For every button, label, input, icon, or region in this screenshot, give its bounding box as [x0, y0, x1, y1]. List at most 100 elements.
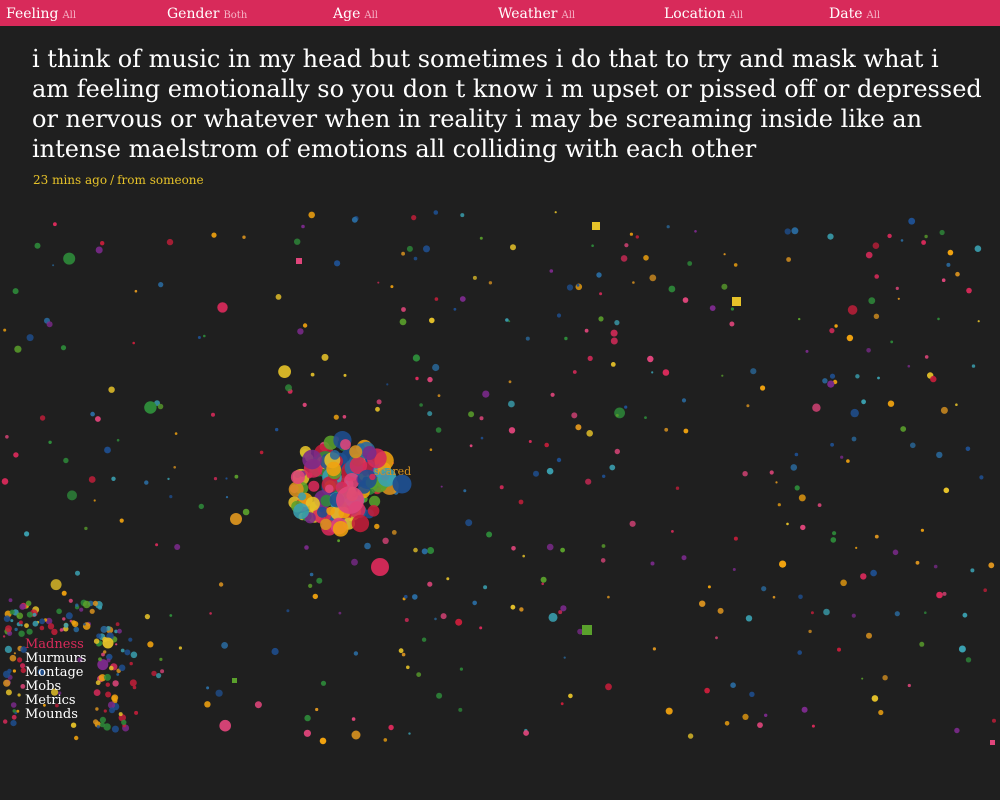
- feeling-dot[interactable]: [71, 620, 76, 625]
- feeling-dot[interactable]: [784, 228, 791, 235]
- feeling-dot[interactable]: [95, 680, 101, 686]
- cluster-dot[interactable]: [367, 505, 380, 517]
- feeling-dot[interactable]: [878, 709, 884, 716]
- feeling-dot[interactable]: [129, 679, 137, 687]
- feeling-dot[interactable]: [664, 427, 669, 432]
- feeling-dot[interactable]: [666, 225, 670, 229]
- nav-item-murmurs[interactable]: Murmurs: [25, 652, 86, 666]
- feeling-dot[interactable]: [812, 403, 821, 412]
- feeling-dot[interactable]: [144, 614, 150, 620]
- feeling-dot[interactable]: [850, 408, 859, 418]
- feeling-dot[interactable]: [98, 657, 102, 662]
- feeling-dot[interactable]: [591, 244, 594, 247]
- feeling-dot[interactable]: [942, 591, 947, 596]
- feeling-dot[interactable]: [74, 735, 79, 741]
- feeling-dot[interactable]: [729, 321, 735, 327]
- feeling-dot[interactable]: [3, 328, 7, 332]
- feeling-dot[interactable]: [151, 670, 157, 677]
- feeling-dot[interactable]: [563, 656, 566, 659]
- cluster-dot[interactable]: [298, 492, 307, 501]
- feeling-dot[interactable]: [681, 555, 687, 561]
- feeling-dot[interactable]: [204, 701, 211, 708]
- feeling-dot[interactable]: [966, 287, 972, 294]
- feeling-dot[interactable]: [308, 211, 316, 219]
- feeling-dot[interactable]: [624, 243, 629, 248]
- feeling-dot[interactable]: [794, 485, 800, 491]
- feeling-dot[interactable]: [479, 626, 483, 630]
- feeling-dot[interactable]: [13, 452, 19, 458]
- feeling-dot[interactable]: [556, 313, 562, 318]
- feeling-dot[interactable]: [528, 440, 532, 443]
- feeling-dot[interactable]: [817, 503, 822, 507]
- feeling-dot[interactable]: [954, 727, 960, 734]
- feeling-dot[interactable]: [548, 612, 558, 622]
- feeling-dot[interactable]: [18, 620, 23, 625]
- feeling-dot[interactable]: [871, 695, 879, 702]
- feeling-dot[interactable]: [724, 721, 730, 726]
- feeling-dot[interactable]: [99, 722, 105, 728]
- feeling-dot[interactable]: [568, 693, 573, 699]
- feeling-dot[interactable]: [275, 294, 282, 300]
- feeling-dot[interactable]: [234, 474, 239, 479]
- feeling-dot[interactable]: [109, 665, 114, 671]
- feeling-dot[interactable]: [908, 217, 916, 225]
- feeling-dot[interactable]: [93, 719, 99, 725]
- feeling-dot[interactable]: [16, 614, 20, 618]
- feeling-dot[interactable]: [32, 612, 37, 617]
- feeling-dot[interactable]: [609, 464, 616, 471]
- feeling-dot[interactable]: [715, 636, 718, 640]
- feeling-dot[interactable]: [757, 722, 763, 728]
- feeling-dot[interactable]: [465, 519, 473, 527]
- feeling-dot[interactable]: [629, 232, 634, 236]
- feeling-dot[interactable]: [971, 364, 976, 368]
- feeling-dot[interactable]: [404, 594, 408, 599]
- feeling-dot[interactable]: [733, 536, 738, 541]
- feeling-dot[interactable]: [82, 600, 91, 609]
- feeling-dot[interactable]: [459, 296, 466, 302]
- feeling-dot[interactable]: [665, 707, 673, 715]
- feeling-dot[interactable]: [687, 261, 693, 266]
- feeling-dot[interactable]: [109, 707, 115, 714]
- feeling-dot[interactable]: [974, 245, 982, 252]
- feeling-dot[interactable]: [798, 317, 801, 321]
- cluster-dot[interactable]: [325, 484, 334, 494]
- feeling-dot[interactable]: [93, 689, 101, 696]
- feeling-dot[interactable]: [897, 297, 900, 300]
- feeling-dot[interactable]: [596, 272, 602, 278]
- feeling-dot[interactable]: [541, 582, 544, 586]
- feeling-dot[interactable]: [376, 399, 382, 405]
- feeling-dot[interactable]: [209, 612, 212, 615]
- feeling-dot[interactable]: [51, 628, 58, 636]
- feeling-dot[interactable]: [278, 365, 291, 378]
- feeling-dot[interactable]: [510, 604, 516, 610]
- feeling-dot[interactable]: [12, 709, 17, 713]
- feeling-dot[interactable]: [96, 633, 102, 639]
- feeling-dot[interactable]: [900, 426, 907, 432]
- feeling-dot[interactable]: [13, 652, 16, 655]
- feeling-dot[interactable]: [777, 503, 781, 507]
- feeling-dot[interactable]: [499, 485, 504, 490]
- feeling-dot[interactable]: [2, 670, 11, 678]
- feeling-dot[interactable]: [791, 227, 799, 235]
- feeling-dot[interactable]: [446, 577, 450, 581]
- feeling-dot[interactable]: [412, 354, 420, 362]
- feeling-dot[interactable]: [440, 613, 447, 620]
- feeling-dot[interactable]: [99, 716, 106, 724]
- feeling-dot[interactable]: [924, 611, 927, 614]
- feeling-dot[interactable]: [320, 680, 327, 686]
- feeling-dot[interactable]: [575, 424, 582, 431]
- feeling-dot[interactable]: [894, 611, 900, 617]
- feeling-dot[interactable]: [26, 334, 34, 342]
- feeling-dot[interactable]: [930, 375, 937, 383]
- feeling-dot[interactable]: [584, 328, 589, 333]
- feeling-dot[interactable]: [434, 617, 437, 621]
- feeling-dot[interactable]: [419, 403, 423, 407]
- feeling-dot[interactable]: [598, 316, 604, 322]
- feeling-dot[interactable]: [965, 446, 971, 452]
- nav-item-mounds[interactable]: Mounds: [25, 708, 86, 722]
- feeling-dot[interactable]: [750, 368, 757, 375]
- feeling-dot[interactable]: [868, 297, 876, 305]
- feeling-dot[interactable]: [104, 673, 111, 681]
- feeling-dot[interactable]: [505, 318, 509, 322]
- feeling-dot[interactable]: [254, 701, 262, 709]
